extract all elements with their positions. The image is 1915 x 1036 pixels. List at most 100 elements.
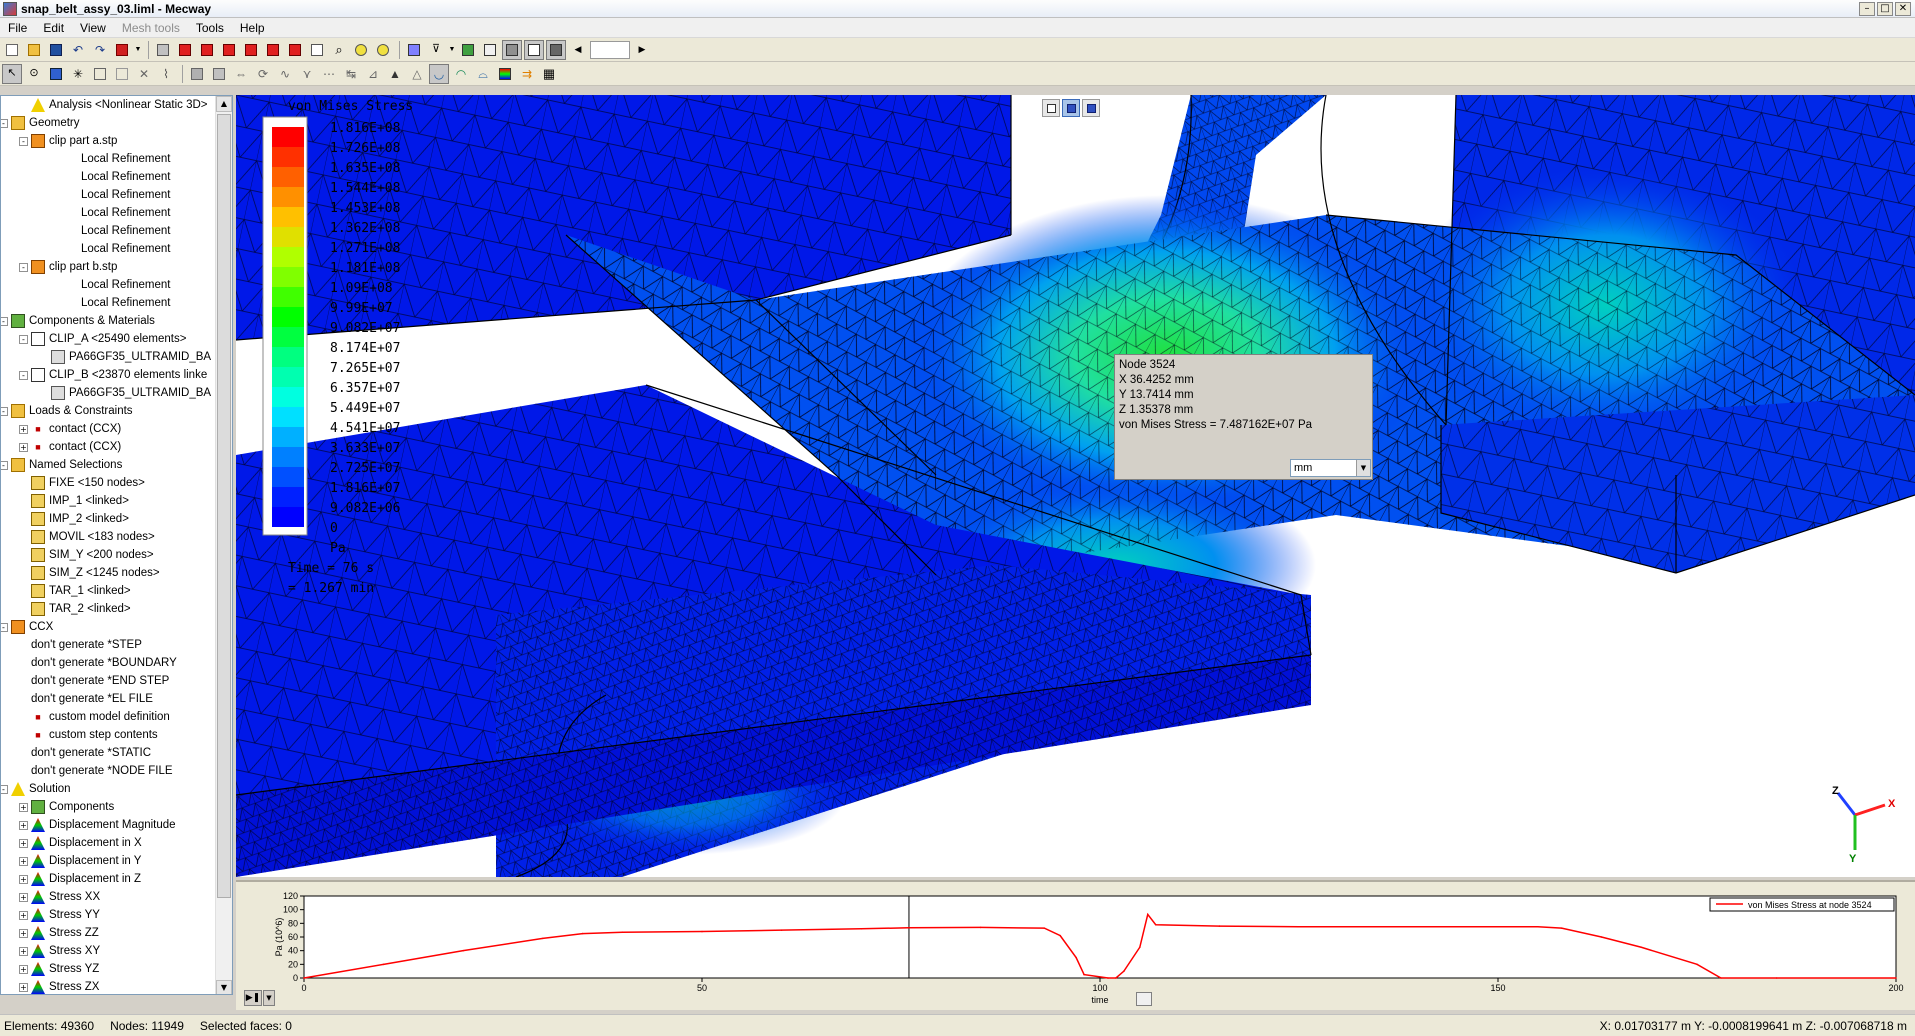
tree-item[interactable]: Local Refinement <box>81 150 171 168</box>
view-iso-icon[interactable] <box>153 40 173 60</box>
tree-item[interactable]: don't generate *NODE FILE <box>31 762 173 780</box>
tree-item[interactable]: don't generate *STATIC <box>31 744 151 762</box>
3d-viewport[interactable]: von Mises Stress 1.816E+08 1.726E+08 1.635E… <box>236 95 1915 877</box>
redo-icon[interactable]: ↷ <box>90 40 110 60</box>
view-front-icon[interactable] <box>175 40 195 60</box>
time-slider-handle[interactable] <box>1136 992 1152 1006</box>
tree-item[interactable]: + ■ contact (CCX) <box>19 420 121 438</box>
select-pointer-icon[interactable]: ↖ <box>2 63 22 84</box>
menu-mesh-tools[interactable]: Mesh tools <box>114 21 188 35</box>
tree-item[interactable]: IMP_1 <linked> <box>31 492 129 510</box>
menu-view[interactable]: View <box>72 21 114 35</box>
expand-icon[interactable]: + <box>19 802 28 812</box>
expand-icon[interactable]: + <box>19 964 28 974</box>
tree-item[interactable]: - CLIP_A <25490 elements> <box>19 330 186 348</box>
filter-icon[interactable]: ⊽ <box>426 40 446 60</box>
tree-item[interactable]: + Displacement in X <box>19 834 142 852</box>
tree-item[interactable]: + Stress ZX <box>19 978 99 994</box>
tree-item[interactable]: Analysis <Nonlinear Static 3D> <box>31 96 208 114</box>
expand-icon[interactable]: + <box>19 442 28 452</box>
mesh-tool-5-icon[interactable]: ∿ <box>275 64 295 84</box>
tree-item[interactable]: + Displacement in Z <box>19 870 141 888</box>
tree-item[interactable]: PA66GF35_ULTRAMID_BA <box>51 348 211 366</box>
tree-item[interactable]: - Named Selections <box>1 456 122 474</box>
tree-item[interactable]: + Stress XX <box>19 888 100 906</box>
select-element-icon[interactable] <box>46 64 66 84</box>
rotate-view-icon[interactable] <box>373 40 393 60</box>
tree-item[interactable]: IMP_2 <linked> <box>31 510 129 528</box>
mesh-tool-11-icon[interactable]: △ <box>407 64 427 84</box>
expand-icon[interactable]: + <box>19 838 28 848</box>
playback-dropdown-icon[interactable]: ▼ <box>263 990 275 1006</box>
mesh-tool-8-icon[interactable]: ↹ <box>341 64 361 84</box>
view-right-icon[interactable] <box>241 40 261 60</box>
tree-item[interactable]: - Loads & Constraints <box>1 402 133 420</box>
chevron-down-icon[interactable]: ▼ <box>1356 460 1370 476</box>
save-icon[interactable] <box>46 40 66 60</box>
tree-item[interactable]: Local Refinement <box>81 168 171 186</box>
zoom-box-icon[interactable] <box>307 40 327 60</box>
tree-item[interactable]: Local Refinement <box>81 204 171 222</box>
tree-item[interactable]: + Stress XY <box>19 942 100 960</box>
tree-item[interactable]: - clip part a.stp <box>19 132 117 150</box>
solver-dropdown-icon[interactable]: ▼ <box>134 40 142 60</box>
mesh-tool-10-icon[interactable]: ▲ <box>385 64 405 84</box>
display-dropdown-icon[interactable]: ▼ <box>448 40 456 60</box>
select-box-icon[interactable] <box>90 64 110 84</box>
zoom-icon[interactable]: ⌕ <box>329 40 349 60</box>
menu-help[interactable]: Help <box>232 21 273 35</box>
section-view-icon[interactable] <box>480 40 500 60</box>
collapse-icon[interactable]: - <box>19 262 28 272</box>
mesh-tool-6-icon[interactable]: ⋎ <box>297 64 317 84</box>
view-back-icon[interactable] <box>197 40 217 60</box>
shaded-view-icon[interactable] <box>502 39 522 60</box>
animation-frame-field[interactable] <box>590 40 630 59</box>
tree-item[interactable]: - clip part b.stp <box>19 258 117 276</box>
menu-tools[interactable]: Tools <box>188 21 232 35</box>
tree-item[interactable]: Local Refinement <box>81 276 171 294</box>
mesh-tool-1-icon[interactable] <box>187 64 207 84</box>
play-pause-icon[interactable]: ▶❚ <box>244 990 262 1006</box>
tree-item[interactable]: TAR_2 <linked> <box>31 600 131 618</box>
expand-icon[interactable]: + <box>19 928 28 938</box>
select-face-icon[interactable]: ✳ <box>68 64 88 84</box>
mesh-tool-9-icon[interactable]: ⊿ <box>363 64 383 84</box>
table-icon[interactable]: ▦ <box>539 64 559 84</box>
collapse-icon[interactable]: - <box>1 118 8 128</box>
tree-item[interactable]: - Components & Materials <box>1 312 155 330</box>
tree-item[interactable]: Local Refinement <box>81 294 171 312</box>
mesh-tool-2-icon[interactable] <box>209 64 229 84</box>
select-cube-icon[interactable] <box>112 64 132 84</box>
tree-item[interactable]: don't generate *BOUNDARY <box>31 654 177 672</box>
collapse-icon[interactable]: - <box>19 136 28 146</box>
collapse-icon[interactable]: - <box>1 460 8 470</box>
expand-icon[interactable]: + <box>19 982 28 992</box>
expand-icon[interactable]: + <box>19 874 28 884</box>
display-options-icon[interactable] <box>404 40 424 60</box>
tree-item[interactable]: Local Refinement <box>81 222 171 240</box>
tree-item[interactable]: + Stress YY <box>19 906 100 924</box>
tree-item[interactable]: ■ custom step contents <box>31 726 157 744</box>
fit-view-icon[interactable] <box>351 40 371 60</box>
color-scale-icon[interactable] <box>495 64 515 84</box>
collapse-icon[interactable]: - <box>19 334 28 344</box>
animation-next-icon[interactable]: ▶ <box>632 40 652 60</box>
menu-edit[interactable]: Edit <box>35 21 72 35</box>
collapse-icon[interactable]: - <box>1 406 8 416</box>
select-node-icon[interactable]: ⊙ <box>24 64 44 84</box>
tree-item[interactable]: + ■ contact (CCX) <box>19 438 121 456</box>
transparent-view-icon[interactable] <box>1042 99 1060 117</box>
collapse-icon[interactable]: - <box>1 316 8 326</box>
mesh-tool-7-icon[interactable]: ⋯ <box>319 64 339 84</box>
expand-icon[interactable]: + <box>19 946 28 956</box>
wireframe-view-icon[interactable] <box>524 39 544 60</box>
new-file-icon[interactable] <box>2 40 22 60</box>
tree-item[interactable]: Local Refinement <box>81 186 171 204</box>
contour-smooth-icon[interactable]: ◠ <box>451 64 471 84</box>
tree-item[interactable]: + Displacement in Y <box>19 852 141 870</box>
tree-item[interactable]: - Geometry <box>1 114 80 132</box>
tree-item[interactable]: don't generate *EL FILE <box>31 690 153 708</box>
tree-item[interactable]: ■ custom model definition <box>31 708 170 726</box>
tree-item[interactable]: FIXE <150 nodes> <box>31 474 145 492</box>
collapse-icon[interactable]: - <box>1 622 8 632</box>
